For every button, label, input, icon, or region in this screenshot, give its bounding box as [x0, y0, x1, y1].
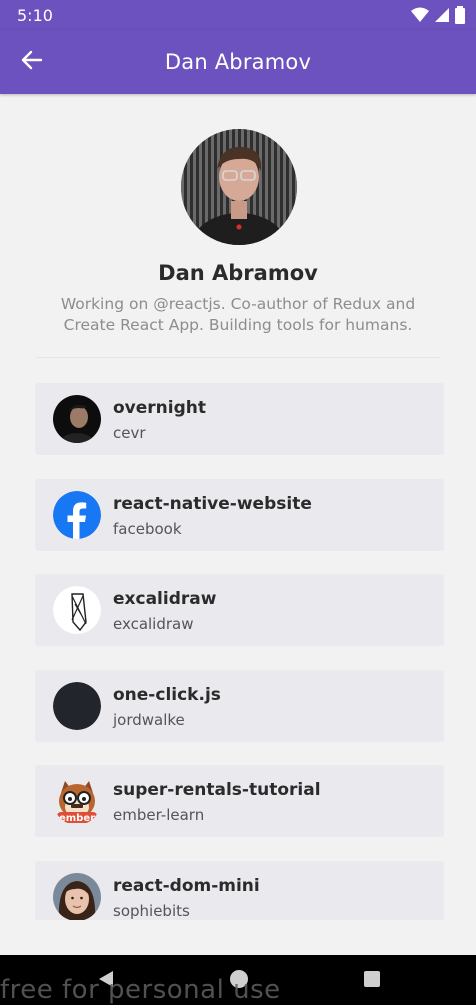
svg-text:ember: ember	[59, 813, 95, 824]
repo-owner: sophiebits	[113, 901, 190, 920]
repo-avatar	[53, 681, 101, 730]
repo-card-overnight[interactable]: overnight cevr	[35, 383, 444, 455]
repo-name: super-rentals-tutorial	[113, 780, 321, 800]
wifi-icon	[410, 6, 430, 29]
profile-avatar	[181, 129, 297, 245]
repo-name: react-dom-mini	[113, 875, 260, 896]
repo-name: excalidraw	[113, 589, 217, 609]
app-bar: Dan Abramov	[0, 30, 476, 94]
divider	[36, 357, 440, 358]
status-bar: 5:10	[0, 0, 476, 30]
repo-name: overnight	[113, 398, 207, 418]
status-time: 5:10	[17, 6, 53, 25]
repo-name: react-native-website	[113, 493, 312, 514]
repo-card-react-dom-mini[interactable]: react-dom-mini sophiebits	[35, 860, 444, 920]
repo-card-excalidraw[interactable]: excalidraw excalidraw	[35, 574, 444, 646]
repo-avatar	[53, 395, 101, 443]
repo-owner: cevr	[113, 424, 146, 442]
recents-square-icon	[362, 969, 382, 994]
profile-content: Dan Abramov Working on @reactjs. Co-auth…	[0, 94, 476, 920]
repo-name: one-click.js	[113, 684, 221, 705]
repo-owner: facebook	[113, 519, 182, 538]
repo-card-react-native-website[interactable]: react-native-website facebook	[35, 478, 444, 551]
profile-bio: Working on @reactjs. Co-author of Redux …	[60, 295, 416, 334]
repo-avatar	[53, 586, 101, 634]
repo-owner: ember-learn	[113, 806, 205, 824]
page-title: Dan Abramov	[164, 50, 312, 74]
repo-avatar	[53, 490, 101, 539]
signal-icon	[433, 6, 451, 29]
battery-icon	[454, 6, 466, 29]
repo-avatar: ember	[53, 777, 101, 825]
repo-avatar	[53, 872, 101, 920]
nav-recents-button[interactable]	[360, 969, 384, 993]
profile-name: Dan Abramov	[158, 261, 318, 285]
repo-owner: excalidraw	[113, 615, 194, 633]
status-icons	[410, 6, 466, 29]
watermark-text: free for personal use	[0, 975, 281, 1005]
repo-card-one-click-js[interactable]: one-click.js jordwalke	[35, 669, 444, 742]
repo-owner: jordwalke	[113, 710, 185, 729]
repo-card-super-rentals-tutorial[interactable]: ember super-rentals-tutorial ember-learn	[35, 765, 444, 837]
repo-list: overnight cevr react-native-website face…	[35, 383, 444, 920]
